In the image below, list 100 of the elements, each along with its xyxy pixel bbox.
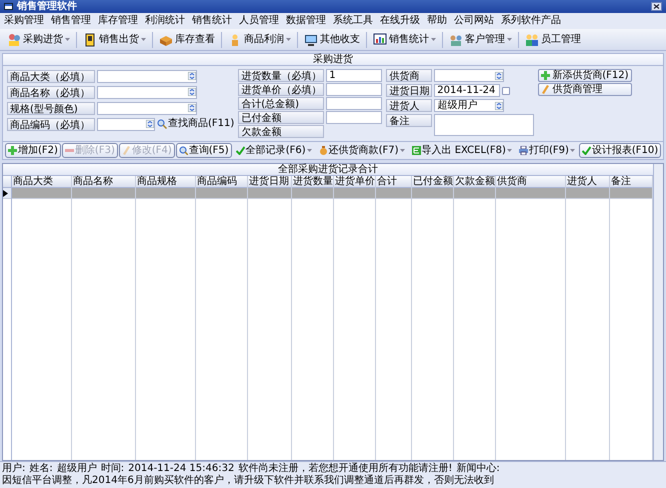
action-button[interactable]: 查询(F5) — [176, 143, 232, 158]
column-header[interactable]: 进货单价 — [334, 176, 375, 188]
dropdown-arrow-icon — [188, 104, 196, 112]
people-icon — [449, 32, 463, 46]
combo-box[interactable] — [97, 118, 155, 130]
menu-item[interactable]: 帮助 — [427, 16, 447, 26]
menu-item[interactable]: 系统工具 — [333, 16, 373, 26]
field-label: 合计(总金额) — [238, 97, 324, 110]
column-header[interactable]: 进货人 — [566, 176, 609, 188]
menu-item[interactable]: 库存管理 — [98, 16, 138, 26]
menu-item[interactable]: 销售统计 — [192, 16, 232, 26]
menu-item[interactable]: 公司网站 — [454, 16, 494, 26]
menu-item[interactable]: 采购管理 — [4, 16, 44, 26]
plus-icon — [541, 71, 550, 80]
field-label: 商品编码（必填） — [7, 118, 95, 130]
column-header[interactable]: 进货日期 — [248, 176, 291, 188]
toolbar-button[interactable]: 库存查看 — [156, 30, 218, 48]
section-header: 采购进货 — [2, 53, 664, 66]
field-label: 规格(型号颜色) — [7, 102, 95, 114]
dropdown-arrow-icon — [65, 38, 70, 41]
dropdown-arrow-icon — [506, 149, 512, 152]
menu-item[interactable]: 销售管理 — [51, 16, 91, 26]
combo-box[interactable] — [97, 102, 197, 114]
input-field[interactable] — [326, 111, 382, 124]
field-label: 进货数量（必填） — [238, 69, 324, 82]
action-button[interactable]: 全部记录(F6) — [232, 143, 315, 158]
field-label: 进货人 — [386, 99, 432, 112]
toolbar-button[interactable]: 员工管理 — [522, 30, 584, 48]
column-header[interactable]: 合计 — [376, 176, 411, 188]
column-header[interactable]: 商品规格 — [136, 176, 195, 188]
column-header[interactable]: 备注 — [610, 176, 652, 188]
combo-box[interactable] — [434, 69, 504, 82]
action-button[interactable]: 导入出 EXCEL(F8) — [408, 143, 515, 158]
input-field[interactable] — [326, 97, 382, 110]
find-product-button[interactable]: 查找商品(F11) — [157, 119, 234, 129]
monitor-icon — [304, 32, 318, 46]
combo-box[interactable]: 超级用户 — [434, 99, 504, 112]
pencil-icon — [541, 85, 550, 94]
field-label: 已付金额 — [238, 111, 324, 124]
status-text: 软件尚未注册，若您想开通使用所有功能请注册! — [238, 463, 452, 474]
column-header[interactable]: 欠款金额 — [454, 176, 495, 188]
column-header[interactable]: 进货数量 — [292, 176, 333, 188]
field-label: 商品大类（必填） — [7, 70, 95, 82]
dropdown-arrow-icon — [495, 102, 504, 110]
people-icon — [525, 32, 539, 46]
spreadsheet-icon — [412, 146, 421, 155]
status-text: 时间: — [100, 463, 124, 475]
dropdown-arrow-icon — [286, 38, 291, 41]
column-header[interactable]: 已付金额 — [412, 176, 453, 188]
minus-icon — [64, 146, 74, 155]
money-bag-icon — [318, 146, 328, 155]
toolbar-button[interactable]: 销售统计 — [370, 30, 439, 48]
combo-box[interactable] — [97, 70, 197, 82]
status-text: 2014-11-24 15:46:32 — [128, 463, 234, 474]
menu-item[interactable]: 人员管理 — [239, 16, 279, 26]
menu-item[interactable]: 在线升级 — [380, 16, 420, 26]
field-label: 供货商 — [386, 69, 432, 82]
grid-title: 全部采购进货记录合计 — [3, 164, 653, 176]
close-button[interactable] — [651, 2, 662, 11]
field-label: 进货单价（必填） — [238, 83, 324, 96]
pencil-icon — [122, 146, 131, 155]
toolbar-button[interactable]: 采购进货 — [4, 30, 73, 48]
column-header[interactable]: 商品名称 — [72, 176, 135, 188]
toolbar-button[interactable]: 销售出货 — [80, 30, 149, 48]
input-field[interactable]: 1 — [326, 69, 382, 82]
column-header[interactable]: 商品大类 — [12, 176, 71, 188]
plus-icon — [8, 146, 17, 155]
dropdown-arrow-icon — [400, 149, 405, 152]
action-button[interactable]: 打印(F9) — [516, 143, 578, 158]
column-header[interactable]: 供货商 — [496, 176, 565, 188]
field-label: 欠款金额 — [238, 125, 324, 138]
action-button[interactable]: 还供货商款(F7) — [316, 143, 408, 158]
menu-item[interactable]: 利润统计 — [145, 16, 185, 26]
window-icon — [4, 3, 13, 10]
input-field[interactable] — [326, 83, 382, 96]
action-button[interactable]: 增加(F2) — [5, 143, 61, 158]
notes-field[interactable] — [434, 114, 534, 136]
dropdown-arrow-icon — [146, 120, 154, 128]
menu-item[interactable]: 数据管理 — [286, 16, 326, 26]
column-header[interactable]: 商品编码 — [196, 176, 247, 188]
input-field[interactable]: 2014-11-24 — [434, 84, 500, 97]
dropdown-arrow-icon — [570, 149, 575, 152]
status-text: 超级用户 — [56, 463, 97, 475]
status-text: 新闻中心: — [456, 463, 500, 474]
menu-item[interactable]: 系列软件产品 — [501, 16, 561, 26]
search-icon — [178, 146, 188, 155]
toolbar-button[interactable]: 其他收支 — [301, 30, 363, 48]
status-text: 因短信平台调整，凡2014年6月前购买软件的客户，请升级下软件并联系我们调整通道后再群发，否则无法收到 — [2, 475, 494, 487]
supplier-management-button[interactable]: 供货商管理 — [538, 83, 632, 96]
dropdown-arrow-icon — [188, 72, 196, 80]
combo-box[interactable] — [97, 86, 197, 98]
add-supplier-button[interactable]: 新添供货商(F12) — [538, 69, 632, 82]
action-button[interactable]: 设计报表(F10) — [578, 143, 662, 158]
search-icon — [157, 119, 167, 129]
people-icon — [7, 32, 21, 46]
toolbar-button[interactable]: 商品利润 — [225, 30, 294, 48]
status-text: 姓名: — [29, 463, 53, 474]
toolbar-button[interactable]: 客户管理 — [446, 30, 515, 48]
dropdown-arrow-icon — [306, 149, 312, 152]
date-picker-button[interactable] — [502, 87, 510, 95]
